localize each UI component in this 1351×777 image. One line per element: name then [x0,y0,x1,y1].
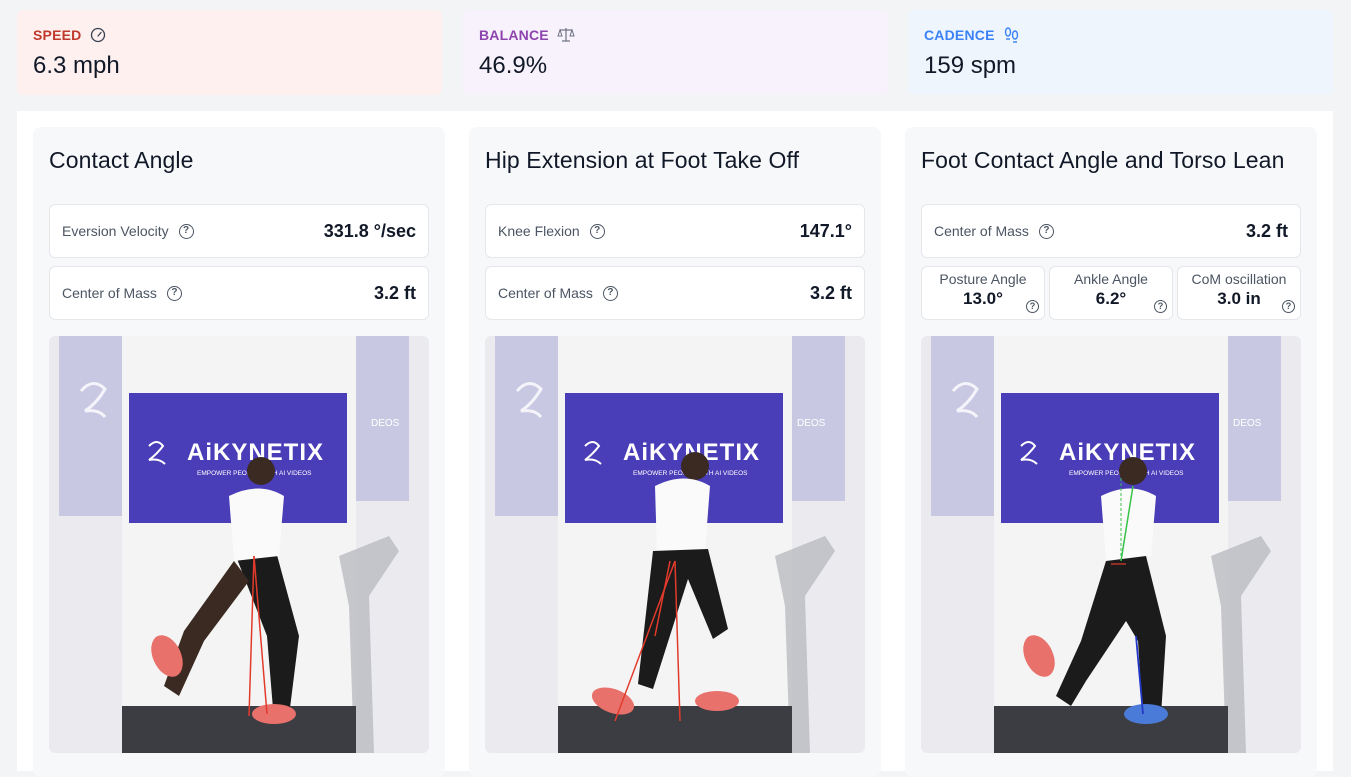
metric-label: Eversion Velocity [62,223,169,239]
card-title: Hip Extension at Foot Take Off [485,147,800,173]
contact-angle-card: Contact Angle Eversion Velocity ? 331.8 … [33,127,445,777]
mini-metric-label: Ankle Angle [1074,271,1148,287]
metric-label-row: Eversion Velocity ? [62,223,194,239]
stats-row: SPEED 6.3 mph BALANCE 46.9% CADENCE 159 … [17,10,1333,95]
speed-stat-label: SPEED [33,27,82,43]
side-text: DEOS [797,418,826,429]
metric-value: 147.1° [799,220,852,241]
speed-stat-label-row: SPEED [33,26,426,44]
metric-label: Center of Mass [498,285,593,301]
analysis-panel: Contact Angle Eversion Velocity ? 331.8 … [17,111,1333,777]
card-title: Contact Angle [49,147,194,173]
metric-knee-flexion: Knee Flexion ? 147.1° [485,204,865,258]
balance-stat-card: BALANCE 46.9% [463,10,888,95]
help-icon[interactable]: ? [589,223,605,239]
mini-metric-label: Posture Angle [939,271,1027,287]
balance-stat-value: 46.9% [479,52,548,79]
metric-center-of-mass: Center of Mass ? 3.2 ft [49,266,429,320]
footprints-icon [1003,26,1021,44]
analysis-video-foot-contact[interactable]: AiKYNETIX EMPOWER PEOPLE WITH AI VIDEOS … [921,336,1301,753]
metric-label-row: Center of Mass ? [934,223,1054,239]
cadence-stat-label-row: CADENCE [924,26,1317,44]
speed-stat-card: SPEED 6.3 mph [17,10,442,95]
help-icon[interactable]: ? [1038,223,1054,239]
cadence-stat-label: CADENCE [924,27,995,43]
metric-label: Knee Flexion [498,223,580,239]
metric-label-row: Knee Flexion ? [498,223,605,239]
card-title: Foot Contact Angle and Torso Lean [921,147,1285,173]
metric-value: 3.2 ft [809,282,852,303]
analysis-video-hip-extension[interactable]: AiKYNETIX EMPOWER PEOPLE WITH AI VIDEOS … [485,336,865,753]
hip-extension-card: Hip Extension at Foot Take Off Knee Flex… [469,127,881,777]
speed-stat-value: 6.3 mph [33,52,120,79]
metric-label: Center of Mass [62,285,157,301]
help-icon[interactable]: ? [1282,300,1295,313]
metric-value: 3.2 ft [373,282,416,303]
cadence-stat-card: CADENCE 159 spm [908,10,1333,95]
mini-metric-label: CoM oscillation [1191,271,1287,287]
help-icon[interactable]: ? [166,285,182,301]
metric-label-row: Center of Mass ? [498,285,618,301]
speedometer-icon [89,26,107,44]
help-icon[interactable]: ? [602,285,618,301]
metric-center-of-mass: Center of Mass ? 3.2 ft [921,204,1301,258]
mini-metric-ankle-angle: Ankle Angle 6.2° ? [1049,266,1173,320]
side-text: DEOS [371,418,400,429]
balance-stat-label-row: BALANCE [479,26,872,44]
foot-contact-torso-card: Foot Contact Angle and Torso Lean Center… [905,127,1317,777]
metric-value: 3.2 ft [1245,220,1288,241]
metric-label: Center of Mass [934,223,1029,239]
help-icon[interactable]: ? [178,223,194,239]
balance-stat-label: BALANCE [479,27,549,43]
metric-label-row: Center of Mass ? [62,285,182,301]
mini-metric-posture-angle: Posture Angle 13.0° ? [921,266,1045,320]
cadence-stat-value: 159 spm [924,52,1017,79]
metric-value: 331.8 °/sec [323,220,416,241]
help-icon[interactable]: ? [1026,300,1039,313]
mini-metric-com-oscillation: CoM oscillation 3.0 in ? [1177,266,1301,320]
side-text: DEOS [1233,418,1262,429]
metric-eversion-velocity: Eversion Velocity ? 331.8 °/sec [49,204,429,258]
metric-center-of-mass: Center of Mass ? 3.2 ft [485,266,865,320]
analysis-video-contact-angle[interactable]: AiKYNETIX EMPOWER PEOPLE WITH AI VIDEOS … [49,336,429,753]
help-icon[interactable]: ? [1154,300,1167,313]
scale-icon [557,26,575,44]
